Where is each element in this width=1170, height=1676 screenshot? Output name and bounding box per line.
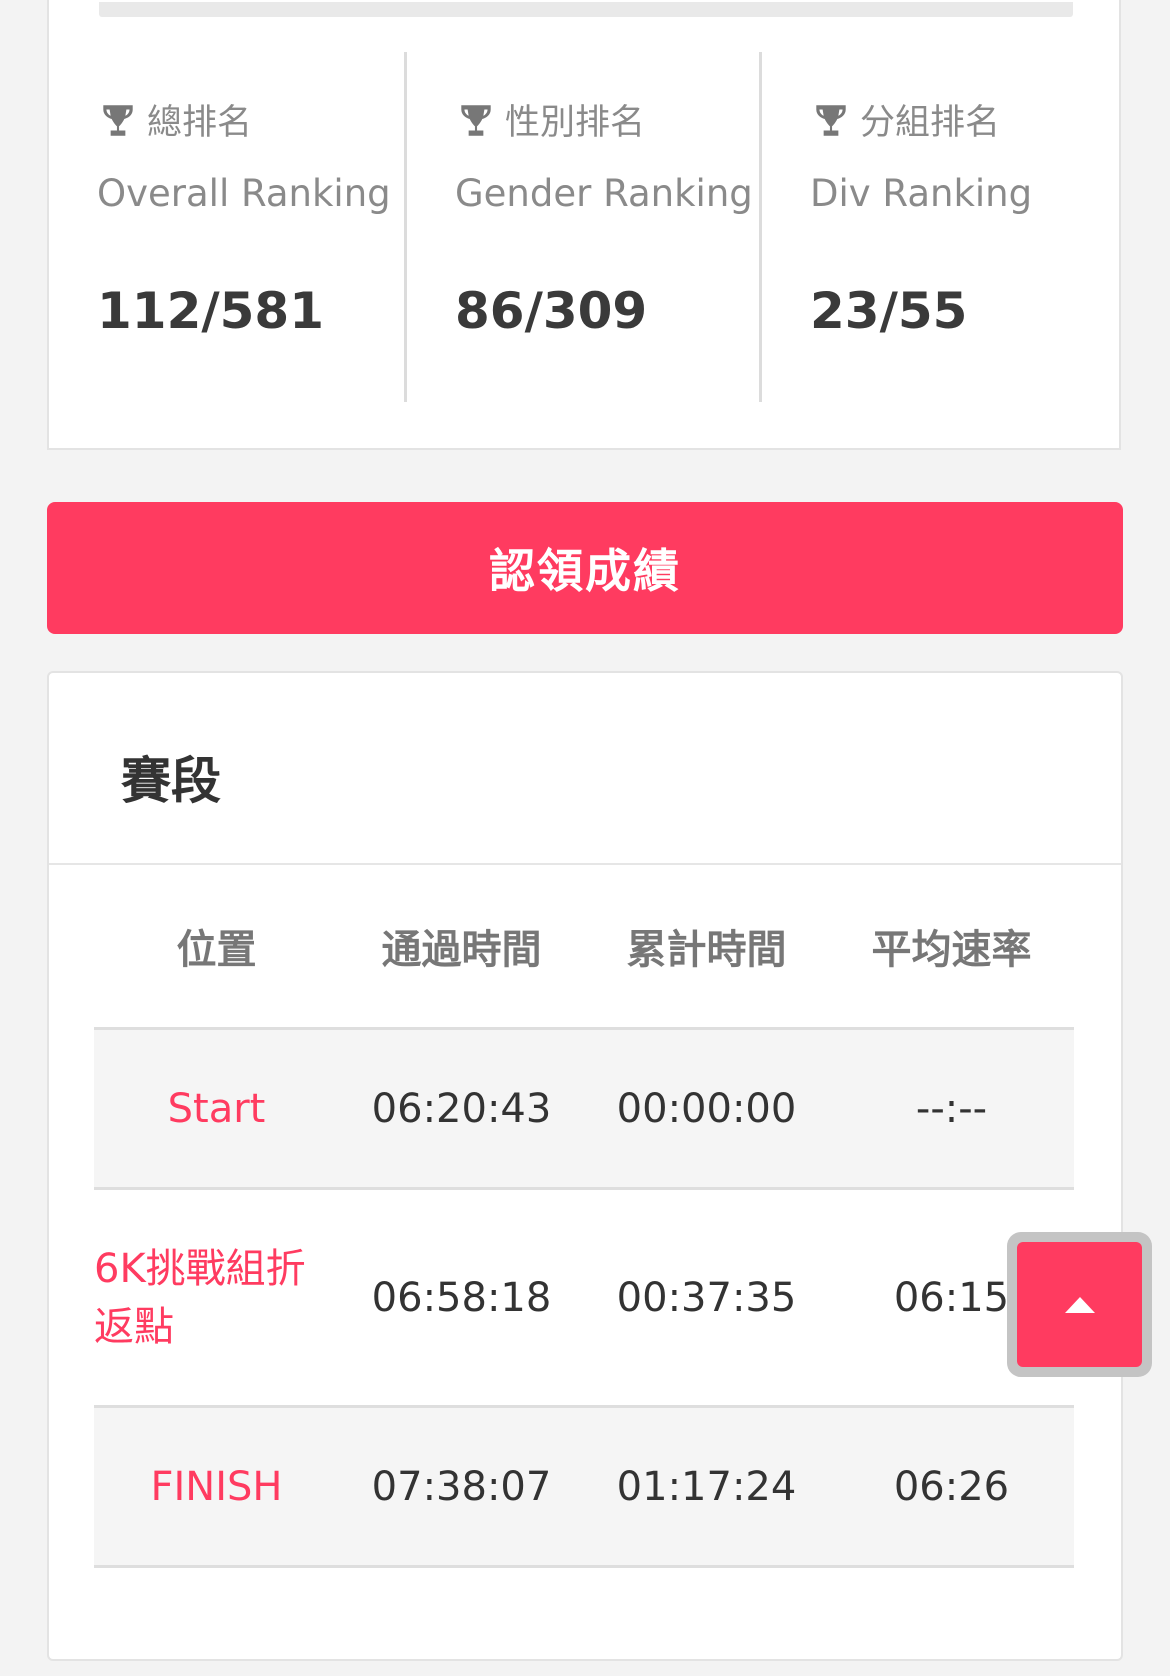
trophy-icon	[103, 104, 133, 136]
column-header-cumulative-time: 累計時間	[626, 927, 787, 973]
row-position: 6K挑戰組折返點	[94, 1245, 306, 1350]
scroll-to-top-inner[interactable]	[1017, 1242, 1142, 1367]
overall-ranking-label-en: Overall Ranking	[97, 172, 391, 215]
ranking-card: 總排名 Overall Ranking 112/581 性別排名 Gender …	[47, 0, 1121, 450]
card-top-bar	[99, 2, 1073, 17]
table-row: 6K挑戰組折返點 06:58:18 00:37:35 06:15	[94, 1190, 1074, 1408]
table-header-row: 位置 通過時間 累計時間 平均速率	[94, 865, 1074, 1030]
row-cumulative-time: 00:00:00	[616, 1085, 797, 1132]
gender-ranking-label-zh: 性別排名	[505, 103, 646, 143]
overall-ranking-heading: 總排名	[97, 94, 252, 145]
div-ranking-label-en: Div Ranking	[810, 172, 1033, 215]
overall-ranking-label-zh: 總排名	[147, 103, 253, 143]
column-header-position: 位置	[176, 927, 257, 973]
gender-ranking-label-en: Gender Ranking	[455, 172, 753, 215]
trophy-icon	[461, 104, 491, 136]
div-ranking-heading: 分組排名	[810, 94, 1000, 145]
row-pass-time: 07:38:07	[371, 1463, 552, 1510]
column-header-avg-pace: 平均速率	[871, 927, 1032, 973]
row-cumulative-time: 00:37:35	[616, 1274, 797, 1321]
table-row: Start 06:20:43 00:00:00 --:--	[94, 1030, 1074, 1190]
overall-ranking: 總排名 Overall Ranking 112/581	[49, 52, 404, 402]
row-position: FINISH	[150, 1463, 283, 1510]
segments-card: 賽段 位置 通過時間 累計時間 平均速率 Start 06:20:43 00:0…	[47, 671, 1123, 1661]
row-position: Start	[167, 1085, 266, 1132]
caret-up-icon	[1064, 1296, 1095, 1313]
claim-result-button[interactable]: 認領成績	[47, 502, 1123, 634]
div-ranking: 分組排名 Div Ranking 23/55	[759, 52, 1114, 402]
table-row: FINISH 07:38:07 01:17:24 06:26	[94, 1408, 1074, 1568]
row-avg-pace: 06:26	[893, 1463, 1010, 1510]
scroll-to-top-button[interactable]	[1007, 1232, 1152, 1377]
row-pass-time: 06:58:18	[371, 1274, 552, 1321]
row-avg-pace: --:--	[915, 1085, 988, 1132]
row-pass-time: 06:20:43	[371, 1085, 552, 1132]
ranking-columns: 總排名 Overall Ranking 112/581 性別排名 Gender …	[49, 52, 1119, 402]
trophy-icon	[816, 104, 846, 136]
gender-ranking-heading: 性別排名	[455, 94, 645, 145]
gender-ranking: 性別排名 Gender Ranking 86/309	[404, 52, 759, 402]
segments-title: 賽段	[121, 752, 221, 810]
div-ranking-value: 23/55	[810, 282, 968, 340]
gender-ranking-value: 86/309	[455, 282, 648, 340]
row-cumulative-time: 01:17:24	[616, 1463, 797, 1510]
column-header-pass-time: 通過時間	[381, 927, 542, 973]
segments-table: 位置 通過時間 累計時間 平均速率 Start 06:20:43 00:00:0…	[94, 865, 1074, 1568]
overall-ranking-value: 112/581	[97, 282, 325, 340]
div-ranking-label-zh: 分組排名	[860, 103, 1001, 143]
